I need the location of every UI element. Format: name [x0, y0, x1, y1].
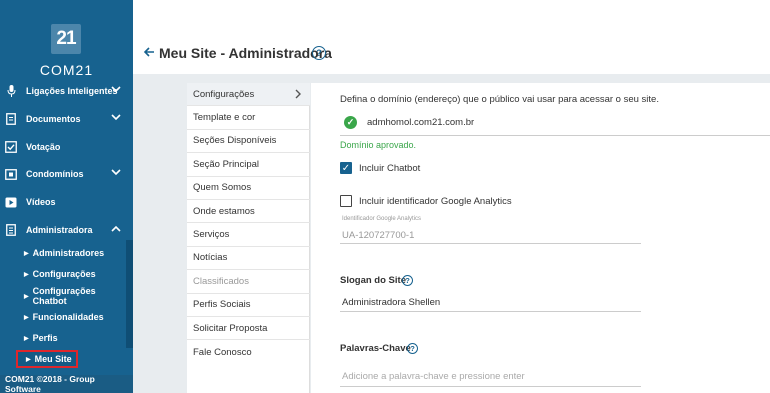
- menu-item-secao-principal[interactable]: Seção Principal: [187, 153, 310, 177]
- caret-right-icon: ▶: [26, 356, 31, 363]
- brand-name: COM21: [39, 62, 94, 78]
- check-circle-icon: ✓: [344, 116, 357, 129]
- menu-item-label: Template e cor: [193, 112, 256, 124]
- sidebar-item-label: Documentos: [26, 114, 81, 124]
- sidebar-subitem-label: Configurações: [32, 269, 96, 279]
- help-icon[interactable]: ?: [402, 275, 413, 286]
- slogan-label: Slogan do Site: [340, 275, 406, 286]
- video-icon: [5, 196, 17, 208]
- list-icon: [5, 224, 17, 236]
- caret-right-icon: ▶: [24, 293, 29, 300]
- sidebar-subitem-label: Administradores: [32, 248, 105, 258]
- caret-right-icon: ▶: [24, 271, 29, 278]
- menu-item-label: Quem Somos: [193, 182, 252, 194]
- sidebar-item-label: Vídeos: [26, 197, 56, 207]
- sidebar-item-label: Administradora: [26, 225, 93, 235]
- slogan-underline: [340, 311, 641, 312]
- domain-underline: [340, 135, 770, 136]
- logo: 21: [51, 24, 81, 54]
- menu-item-label: Seções Disponíveis: [193, 135, 277, 147]
- analytics-field-label: Identificador Google Analytics: [342, 216, 422, 222]
- sidebar-item-votacao[interactable]: Votação: [0, 134, 133, 160]
- menu-item-template-e-cor[interactable]: Template e cor: [187, 106, 310, 130]
- sidebar-subitem-perfis[interactable]: ▶ Perfis: [0, 328, 126, 348]
- analytics-label: Incluir identificador Google Analytics: [359, 196, 512, 207]
- section-menu: Configurações Template e cor Seções Disp…: [187, 83, 310, 393]
- page-header: Meu Site - Administradora ?: [133, 0, 770, 74]
- sidebar-subitem-administradores[interactable]: ▶ Administradores: [0, 243, 126, 263]
- sidebar-item-condominios[interactable]: Condomínios: [0, 161, 133, 187]
- sidebar-item-label: Ligações Inteligentes: [26, 86, 118, 96]
- keywords-underline: [340, 386, 641, 387]
- sidebar-item-label: Votação: [26, 142, 61, 152]
- menu-item-quem-somos[interactable]: Quem Somos: [187, 177, 310, 200]
- sidebar-subitem-label: Funcionalidades: [32, 312, 104, 322]
- sidebar-subitem-label: Perfis: [32, 333, 58, 343]
- menu-item-onde-estamos[interactable]: Onde estamos: [187, 200, 310, 224]
- slogan-input[interactable]: Administradora Shellen: [342, 297, 440, 308]
- checkbox-icon: [5, 141, 17, 153]
- caret-right-icon: ▶: [24, 314, 29, 321]
- page-title: Meu Site - Administradora: [159, 45, 332, 61]
- domain-input[interactable]: admhomol.com21.com.br: [367, 117, 474, 128]
- keywords-input[interactable]: Adicione a palavra-chave e pressione ent…: [342, 371, 525, 382]
- menu-item-fale-conosco[interactable]: Fale Conosco: [187, 340, 310, 363]
- menu-item-label: Notícias: [193, 252, 228, 264]
- microphone-icon: [5, 85, 17, 97]
- document-icon: [5, 113, 17, 125]
- domain-status: Domínio aprovado.: [340, 140, 417, 150]
- submenu-scrollbar[interactable]: [126, 240, 133, 348]
- menu-item-label: Perfis Sociais: [193, 299, 251, 311]
- menu-item-label: Classificados: [193, 275, 249, 287]
- sidebar-item-label: Condomínios: [26, 169, 84, 179]
- chevron-up-icon: [111, 224, 121, 234]
- menu-item-secoes-disponiveis[interactable]: Seções Disponíveis: [187, 130, 310, 154]
- menu-item-configuracoes[interactable]: Configurações: [187, 83, 310, 107]
- menu-item-label: Configurações: [193, 88, 255, 100]
- sidebar-item-videos[interactable]: Vídeos: [0, 189, 133, 215]
- chevron-down-icon: [111, 113, 121, 123]
- caret-right-icon: ▶: [24, 250, 29, 257]
- sidebar-footer: COM21 ©2018 - Group Software: [0, 374, 133, 393]
- sidebar-item-administradora[interactable]: Administradora: [0, 217, 133, 243]
- menu-item-classificados: Classificados: [187, 270, 310, 294]
- sidebar-subitem-funcionalidades[interactable]: ▶ Funcionalidades: [0, 307, 126, 327]
- sidebar-subitem-meu-site[interactable]: ▶ Meu Site: [16, 350, 78, 368]
- domain-prompt: Defina o domínio (endereço) que o públic…: [340, 94, 659, 105]
- menu-item-label: Fale Conosco: [193, 346, 252, 358]
- caret-right-icon: ▶: [24, 335, 29, 342]
- sidebar-item-documentos[interactable]: Documentos: [0, 106, 133, 132]
- chatbot-label: Incluir Chatbot: [359, 163, 421, 174]
- chevron-down-icon: [111, 168, 121, 178]
- analytics-underline: [340, 243, 641, 244]
- menu-item-solicitar-proposta[interactable]: Solicitar Proposta: [187, 317, 310, 341]
- menu-item-label: Serviços: [193, 229, 230, 241]
- sidebar-subitem-label: Configurações Chatbot: [32, 286, 96, 306]
- help-icon[interactable]: ?: [312, 46, 326, 60]
- menu-item-label: Onde estamos: [193, 205, 255, 217]
- chevron-right-icon: [295, 87, 302, 102]
- analytics-checkbox[interactable]: [340, 195, 352, 207]
- chevron-down-icon: [111, 85, 121, 95]
- menu-item-servicos[interactable]: Serviços: [187, 223, 310, 247]
- menu-item-perfis-sociais[interactable]: Perfis Sociais: [187, 294, 310, 317]
- keywords-label: Palavras-Chave: [340, 343, 411, 354]
- analytics-id-input[interactable]: UA-120727700-1: [342, 230, 414, 241]
- menu-item-label: Seção Principal: [193, 158, 260, 170]
- sidebar-subitem-configuracoes-chatbot[interactable]: ▶ Configurações Chatbot: [0, 286, 126, 306]
- chatbot-checkbox[interactable]: ✓: [340, 162, 352, 174]
- menu-item-noticias[interactable]: Notícias: [187, 247, 310, 271]
- help-icon[interactable]: ?: [407, 343, 418, 354]
- sidebar-subitem-label: Meu Site: [34, 354, 72, 364]
- sidebar-item-ligacoes-inteligentes[interactable]: Ligações Inteligentes: [0, 78, 133, 104]
- building-icon: [5, 168, 17, 180]
- back-arrow-icon[interactable]: [143, 45, 155, 61]
- sidebar: 21 COM21 Ligações Inteligentes Documento…: [0, 0, 133, 393]
- sidebar-subitem-configuracoes[interactable]: ▶ Configurações: [0, 264, 126, 284]
- settings-content: Defina o domínio (endereço) que o públic…: [311, 83, 770, 393]
- menu-item-label: Solicitar Proposta: [193, 322, 268, 334]
